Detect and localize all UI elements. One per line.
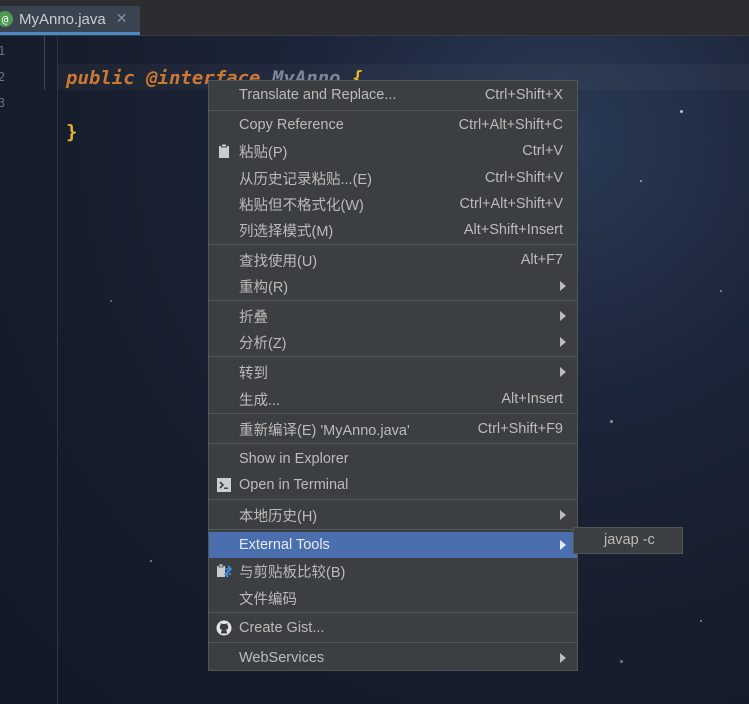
- menu-item-webservices[interactable]: WebServices: [209, 645, 577, 671]
- tab-label: MyAnno.java: [19, 10, 106, 28]
- menu-separator: [209, 244, 577, 245]
- menu-item-label: 分析(Z): [239, 335, 287, 352]
- tab-myanno-java[interactable]: @ MyAnno.java ✕: [0, 6, 140, 35]
- menu-item-analyze[interactable]: 分析(Z): [209, 329, 577, 355]
- menu-item-label: Show in Explorer: [239, 451, 349, 467]
- menu-separator: [209, 356, 577, 357]
- menu-item-shortcut: Alt+F7: [520, 252, 563, 268]
- menu-item-label: 与剪贴板比较(B): [239, 564, 346, 581]
- menu-separator: [209, 499, 577, 500]
- menu-item-show-in-explorer[interactable]: Show in Explorer: [209, 446, 577, 472]
- menu-item-paste-from-history[interactable]: 从历史记录粘贴...(E) Ctrl+Shift+V: [209, 165, 577, 191]
- submenu-item-javap[interactable]: javap -c: [604, 532, 655, 548]
- menu-item-label: WebServices: [239, 650, 325, 666]
- editor-margin-line: [57, 35, 58, 704]
- menu-item-paste[interactable]: 粘贴(P) Ctrl+V: [209, 138, 577, 164]
- menu-item-file-encoding[interactable]: 文件编码: [209, 585, 577, 611]
- menu-item-external-tools[interactable]: External Tools: [209, 532, 577, 558]
- submenu-arrow-icon: [560, 311, 566, 321]
- editor-tab-bar: @ MyAnno.java ✕: [0, 0, 749, 36]
- menu-item-goto[interactable]: 转到: [209, 359, 577, 385]
- terminal-icon: [216, 477, 232, 493]
- submenu-arrow-icon: [560, 367, 566, 377]
- gutter-divider: [44, 35, 45, 90]
- menu-item-label: 文件编码: [239, 591, 297, 608]
- menu-item-local-history[interactable]: 本地历史(H): [209, 502, 577, 528]
- menu-item-label: Copy Reference: [239, 117, 344, 133]
- menu-item-folding[interactable]: 折叠: [209, 303, 577, 329]
- menu-item-shortcut: Ctrl+Shift+X: [484, 87, 563, 103]
- submenu-arrow-icon: [560, 281, 566, 291]
- submenu-arrow-icon: [560, 540, 566, 550]
- menu-item-compare-with-clipboard[interactable]: 与剪贴板比较(B): [209, 558, 577, 584]
- menu-item-label: 重新编译(E) 'MyAnno.java': [239, 422, 410, 439]
- menu-item-create-gist[interactable]: Create Gist...: [209, 615, 577, 641]
- context-menu: Translate and Replace... Ctrl+Shift+X Co…: [208, 80, 578, 671]
- github-icon: [216, 620, 232, 636]
- menu-separator: [209, 413, 577, 414]
- close-icon[interactable]: ✕: [116, 11, 128, 27]
- menu-item-shortcut: Ctrl+Shift+F9: [477, 421, 563, 437]
- compare-icon: [216, 563, 232, 579]
- menu-item-translate-and-replace[interactable]: Translate and Replace... Ctrl+Shift+X: [209, 82, 577, 108]
- menu-item-shortcut: Ctrl+Alt+Shift+V: [459, 196, 563, 212]
- menu-item-shortcut: Ctrl+V: [522, 143, 563, 159]
- submenu-arrow-icon: [560, 653, 566, 663]
- menu-item-label: 转到: [239, 365, 268, 382]
- star-decoration: [610, 420, 613, 423]
- star-decoration: [110, 300, 112, 302]
- menu-item-label: 列选择模式(M): [239, 223, 334, 240]
- close-brace: }: [66, 121, 78, 143]
- menu-item-shortcut: Alt+Insert: [501, 391, 563, 407]
- menu-item-label: Open in Terminal: [239, 477, 349, 493]
- star-decoration: [680, 110, 683, 113]
- menu-item-refactor[interactable]: 重构(R): [209, 273, 577, 299]
- menu-item-shortcut: Ctrl+Shift+V: [484, 170, 563, 186]
- menu-item-label: 从历史记录粘贴...(E): [239, 171, 372, 188]
- star-decoration: [150, 560, 152, 562]
- annotation-file-icon: @: [0, 11, 13, 27]
- keyword-public: public: [66, 67, 135, 89]
- menu-item-open-in-terminal[interactable]: Open in Terminal: [209, 472, 577, 498]
- menu-item-label: 生成...: [239, 392, 281, 409]
- menu-item-label: External Tools: [239, 537, 330, 553]
- line-number: 2: [0, 70, 6, 84]
- star-decoration: [720, 290, 722, 292]
- star-decoration: [700, 620, 702, 622]
- menu-item-generate[interactable]: 生成... Alt+Insert: [209, 386, 577, 412]
- menu-item-find-usages[interactable]: 查找使用(U) Alt+F7: [209, 247, 577, 273]
- menu-item-label: 本地历史(H): [239, 508, 318, 525]
- menu-item-label: 查找使用(U): [239, 253, 318, 270]
- menu-item-label: 重构(R): [239, 279, 289, 296]
- menu-separator: [209, 642, 577, 643]
- menu-item-label: Create Gist...: [239, 620, 325, 636]
- menu-item-shortcut: Alt+Shift+Insert: [463, 222, 563, 238]
- line-number: 3: [0, 96, 6, 110]
- menu-item-label: 粘贴(P): [239, 144, 288, 161]
- submenu-arrow-icon: [560, 510, 566, 520]
- menu-separator: [209, 110, 577, 111]
- menu-item-label: 折叠: [239, 309, 268, 326]
- external-tools-submenu: javap -c: [573, 527, 683, 554]
- star-decoration: [640, 180, 642, 182]
- line-number-gutter: 1 2 3: [0, 35, 45, 704]
- menu-item-shortcut: Ctrl+Alt+Shift+C: [458, 117, 563, 133]
- clipboard-icon: [216, 143, 232, 159]
- menu-separator: [209, 612, 577, 613]
- star-decoration: [620, 660, 623, 663]
- submenu-arrow-icon: [560, 337, 566, 347]
- menu-item-recompile[interactable]: 重新编译(E) 'MyAnno.java' Ctrl+Shift+F9: [209, 416, 577, 442]
- menu-item-column-selection-mode[interactable]: 列选择模式(M) Alt+Shift+Insert: [209, 217, 577, 243]
- menu-item-label: 粘贴但不格式化(W): [239, 197, 364, 214]
- menu-separator: [209, 300, 577, 301]
- line-number: 1: [0, 44, 6, 58]
- menu-separator: [209, 529, 577, 530]
- menu-item-label: Translate and Replace...: [239, 87, 397, 103]
- menu-item-paste-without-formatting[interactable]: 粘贴但不格式化(W) Ctrl+Alt+Shift+V: [209, 191, 577, 217]
- menu-separator: [209, 443, 577, 444]
- menu-item-copy-reference[interactable]: Copy Reference Ctrl+Alt+Shift+C: [209, 112, 577, 138]
